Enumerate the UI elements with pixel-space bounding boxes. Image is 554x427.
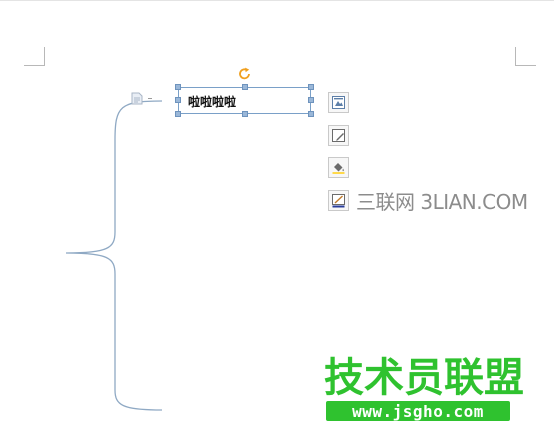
resize-handle-bottom-left[interactable] xyxy=(175,111,181,117)
shape-outline-button[interactable] xyxy=(328,190,349,211)
layout-options-button[interactable] xyxy=(328,92,349,113)
resize-handle-top-middle[interactable] xyxy=(242,84,248,90)
page-margin-corner-right xyxy=(515,47,536,66)
watermark-jsy-title: 技术员联盟 xyxy=(324,355,524,401)
resize-handle-bottom-right[interactable] xyxy=(308,111,314,117)
resize-handle-middle-left[interactable] xyxy=(175,97,181,103)
resize-handle-top-left[interactable] xyxy=(175,84,181,90)
resize-handle-top-right[interactable] xyxy=(308,84,314,90)
page-top-border xyxy=(0,0,554,1)
resize-handle-bottom-middle[interactable] xyxy=(242,111,248,117)
shape-fill-icon xyxy=(332,163,345,174)
resize-handle-middle-right[interactable] xyxy=(308,97,314,103)
shape-fill-button[interactable] xyxy=(328,157,349,178)
watermark-url: www.jsgho.com xyxy=(352,402,484,421)
rotate-icon[interactable] xyxy=(238,67,252,81)
shape-style-button[interactable] xyxy=(328,125,349,146)
textbox-text[interactable]: 啦啦啦啦 xyxy=(188,93,236,110)
page-margin-corner-left xyxy=(24,47,45,66)
selected-textbox[interactable]: 啦啦啦啦 xyxy=(178,87,311,114)
watermark-sanlian: 三联网 3LIAN.COM xyxy=(356,190,528,214)
anchor-dash xyxy=(148,98,152,99)
layout-options-icon xyxy=(332,96,345,109)
shape-outline-icon xyxy=(332,194,345,208)
anchor-icon xyxy=(131,92,143,105)
watermark-url-bar: www.jsgho.com xyxy=(326,401,510,421)
shape-style-icon xyxy=(332,129,345,142)
